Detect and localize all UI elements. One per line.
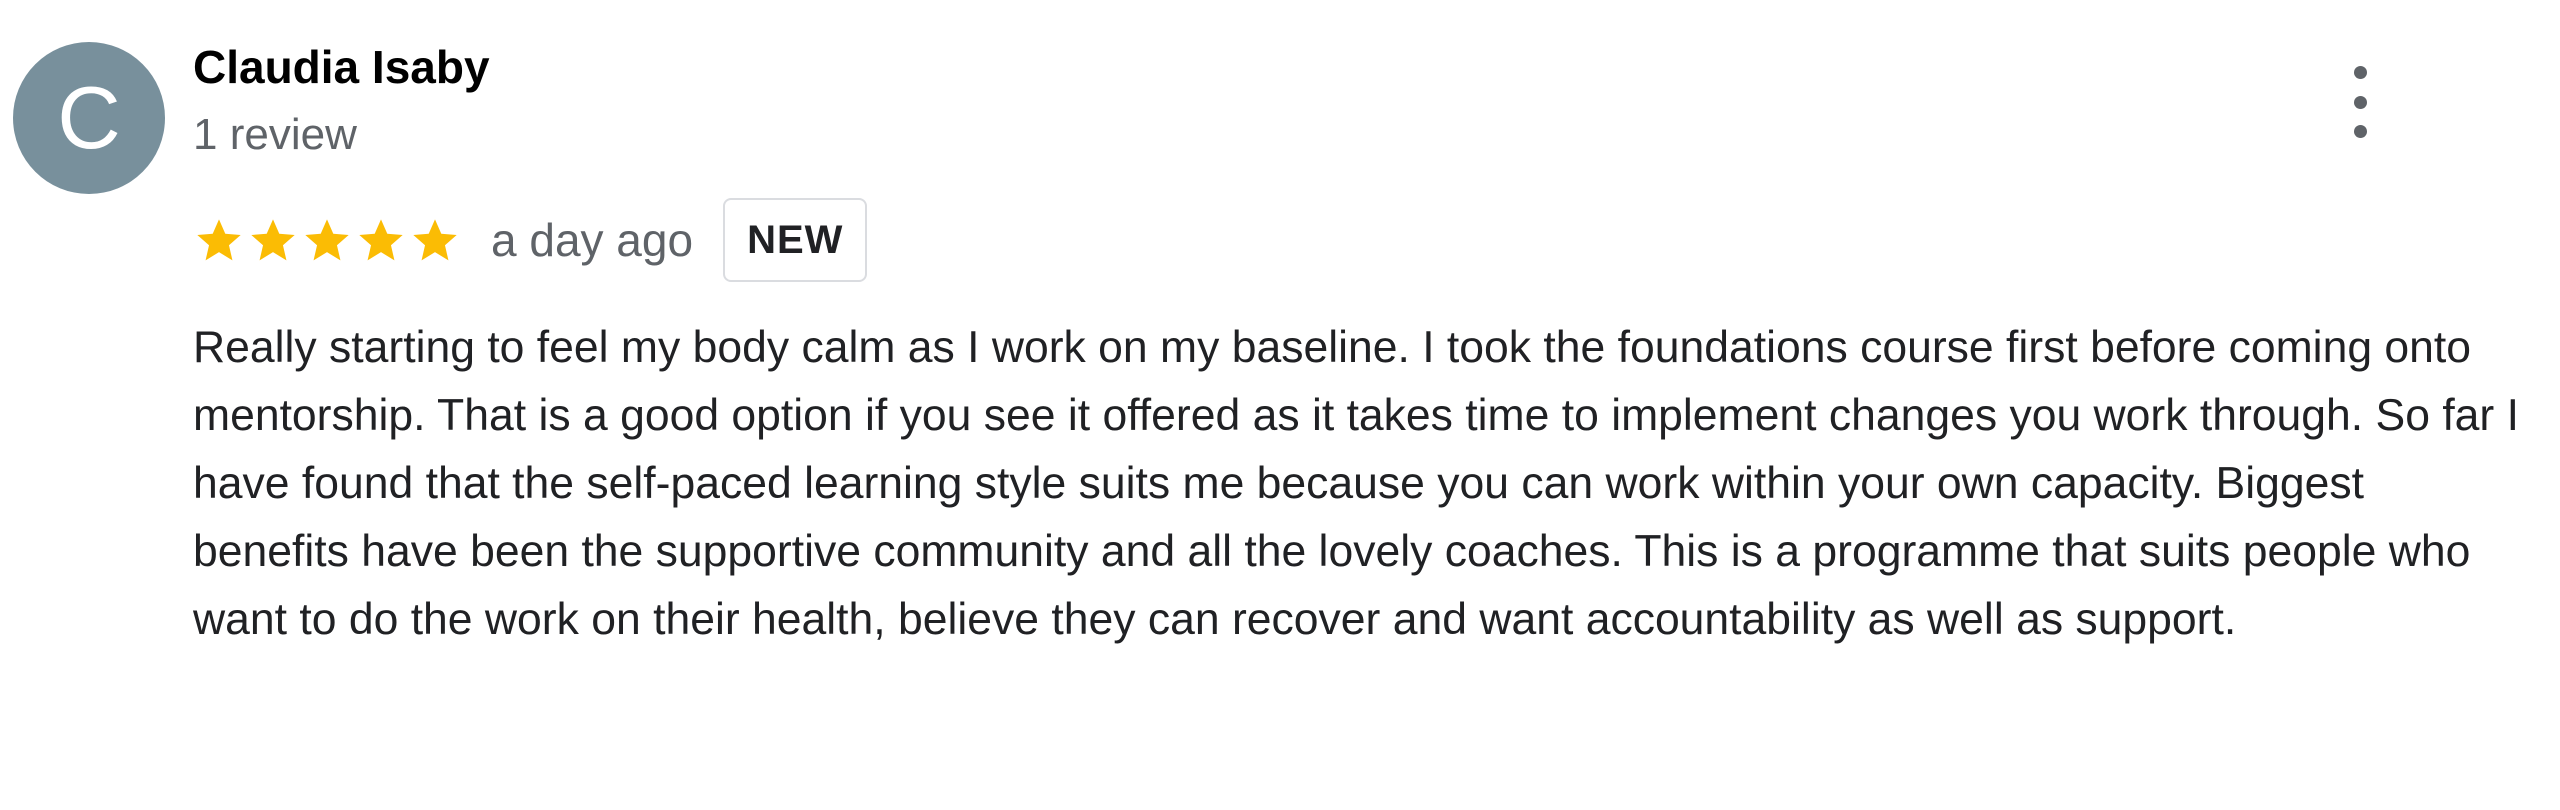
review-card: C Claudia Isaby 1 review a day ago NEW R…	[0, 0, 2560, 810]
review-text: Really starting to feel my body calm as …	[193, 323, 2519, 644]
more-vert-icon-dot	[2353, 125, 2367, 138]
star-icon	[355, 214, 407, 266]
more-options-button[interactable]	[2332, 66, 2388, 138]
star-rating	[193, 214, 461, 266]
star-icon	[409, 214, 461, 266]
new-badge: NEW	[723, 198, 868, 282]
reviewer-name[interactable]: Claudia Isaby	[193, 40, 490, 94]
star-icon	[301, 214, 353, 266]
more-vert-icon	[2353, 66, 2367, 79]
more-vert-icon-dot	[2353, 95, 2367, 109]
star-icon	[247, 214, 299, 266]
rating-row: a day ago NEW	[193, 198, 868, 282]
star-icon	[193, 214, 245, 266]
review-count: 1 review	[193, 110, 357, 159]
review-date: a day ago	[491, 214, 694, 266]
avatar[interactable]: C	[13, 42, 165, 194]
